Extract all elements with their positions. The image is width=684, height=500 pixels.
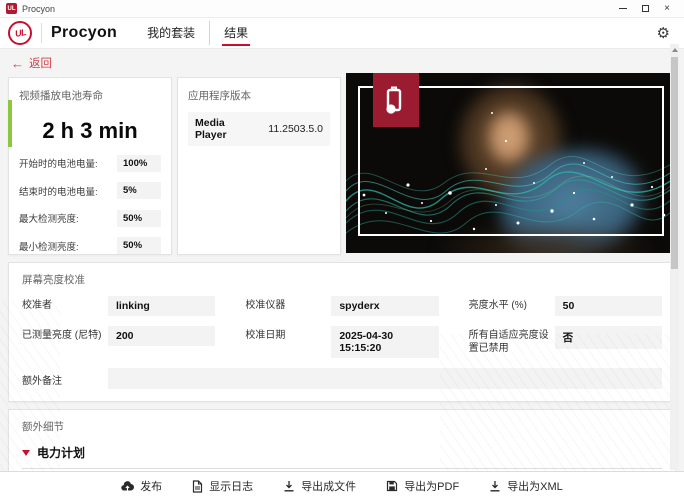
app-icon: UL: [6, 3, 17, 14]
field-label: 开始时的电池电量:: [19, 156, 98, 170]
main-tabs: 我的套装 结果: [133, 18, 262, 48]
cloud-upload-icon: [121, 481, 134, 492]
ul-logo: UL: [8, 21, 32, 45]
scrollbar-up-arrow-icon[interactable]: [672, 48, 678, 52]
power-plan-toggle[interactable]: 电力计划: [22, 444, 662, 469]
app-header: UL Procyon 我的套装 结果 ⚙: [0, 18, 684, 49]
field-label: 最大检测亮度:: [19, 211, 79, 225]
result-accent-bar: [8, 100, 12, 147]
button-label: 发布: [140, 478, 162, 494]
close-button[interactable]: ×: [656, 1, 678, 17]
export-pdf-button[interactable]: 导出为PDF: [386, 478, 459, 494]
version-card-title: 应用程序版本: [188, 88, 330, 103]
measured-brightness-field: 已测量亮度 (尼特) 200: [22, 326, 215, 358]
save-pdf-icon: [386, 480, 398, 492]
footer-action-bar: 发布 显示日志 导出成文件 导出为PDF: [0, 471, 684, 500]
gear-icon[interactable]: ⚙: [657, 26, 670, 41]
vertical-scrollbar[interactable]: [670, 44, 679, 470]
button-label: 导出成文件: [301, 478, 356, 494]
log-document-icon: [192, 480, 203, 493]
field-label: 已测量亮度 (尼特): [22, 326, 108, 343]
field-value: 50%: [117, 210, 161, 227]
field-value: 否: [555, 326, 662, 349]
back-arrow-icon: ←: [11, 57, 24, 70]
export-file-button[interactable]: 导出成文件: [283, 478, 356, 494]
field-value: [108, 368, 662, 389]
field-value: linking: [108, 296, 215, 316]
field-label: 额外备注: [22, 368, 108, 389]
tab-separator: [209, 21, 210, 45]
button-label: 显示日志: [209, 478, 253, 494]
power-plan-title: 电力计划: [37, 444, 85, 461]
battery-duration: 2 h 3 min: [19, 118, 161, 144]
scrollbar-thumb[interactable]: [671, 57, 678, 269]
screen-calibration-card: 屏幕亮度校准 校准者 linking 校准仪器 spyderx 亮度水平 (%)…: [8, 262, 676, 402]
app-name: Media Player: [195, 117, 258, 141]
brightness-level-field: 亮度水平 (%) 50: [469, 296, 662, 316]
calibration-date-field: 校准日期 2025-04-30 15:15:20: [245, 326, 438, 358]
download-xml-icon: [489, 480, 501, 492]
details-card-title: 额外细节: [22, 419, 662, 434]
window-title: Procyon: [22, 4, 55, 14]
field-label: 所有自适应亮度设置已禁用: [469, 326, 555, 355]
battery-row-min-brightness: 最小检测亮度: 50%: [19, 237, 161, 254]
titlebar: UL Procyon ×: [0, 0, 684, 18]
brand-title: Procyon: [51, 24, 117, 42]
minimize-button[interactable]: [612, 1, 634, 17]
show-log-button[interactable]: 显示日志: [192, 478, 253, 494]
calibrator-field: 校准者 linking: [22, 296, 215, 316]
field-value: 100%: [117, 155, 161, 172]
field-label: 校准者: [22, 296, 108, 313]
header-divider: [41, 23, 42, 43]
chevron-down-icon: [22, 450, 30, 456]
tab-results[interactable]: 结果: [222, 20, 250, 46]
battery-life-card: 视频播放电池寿命 2 h 3 min 开始时的电池电量: 100% 结束时的电池…: [8, 77, 172, 255]
calibration-card-title: 屏幕亮度校准: [22, 272, 662, 287]
field-label: 校准日期: [245, 326, 331, 343]
field-value: 50%: [117, 237, 161, 254]
back-label: 返回: [29, 55, 52, 71]
back-button[interactable]: ← 返回: [0, 49, 70, 75]
maximize-button[interactable]: [634, 1, 656, 17]
benchmark-hero-image: [346, 73, 676, 253]
app-version: 11.2503.5.0: [268, 123, 323, 135]
field-label: 结束时的电池电量:: [19, 184, 98, 198]
extra-notes-field: 额外备注: [22, 368, 662, 389]
battery-badge-icon: [373, 73, 419, 127]
field-value: 5%: [117, 182, 161, 199]
version-row: Media Player 11.2503.5.0: [188, 112, 330, 146]
download-file-icon: [283, 480, 295, 492]
battery-row-end-charge: 结束时的电池电量: 5%: [19, 182, 161, 199]
field-value: spyderx: [331, 296, 438, 316]
battery-row-max-brightness: 最大检测亮度: 50%: [19, 210, 161, 227]
app-version-card: 应用程序版本 Media Player 11.2503.5.0: [177, 77, 341, 255]
calibration-instrument-field: 校准仪器 spyderx: [245, 296, 438, 316]
button-label: 导出为PDF: [404, 478, 459, 494]
procyon-window: UL Procyon × UL Procyon 我的套装 结果 ⚙ ← 返回 视…: [0, 0, 684, 500]
button-label: 导出为XML: [507, 478, 563, 494]
field-value: 50: [555, 296, 662, 316]
battery-card-title: 视频播放电池寿命: [19, 88, 161, 103]
tab-my-suites[interactable]: 我的套装: [145, 20, 197, 46]
battery-row-start-charge: 开始时的电池电量: 100%: [19, 155, 161, 172]
field-value: 200: [108, 326, 215, 346]
publish-button[interactable]: 发布: [121, 478, 162, 494]
adaptive-brightness-field: 所有自适应亮度设置已禁用 否: [469, 326, 662, 358]
field-value: 2025-04-30 15:15:20: [331, 326, 438, 358]
export-xml-button[interactable]: 导出为XML: [489, 478, 563, 494]
field-label: 最小检测亮度:: [19, 239, 79, 253]
field-label: 亮度水平 (%): [469, 296, 555, 313]
field-label: 校准仪器: [245, 296, 331, 313]
